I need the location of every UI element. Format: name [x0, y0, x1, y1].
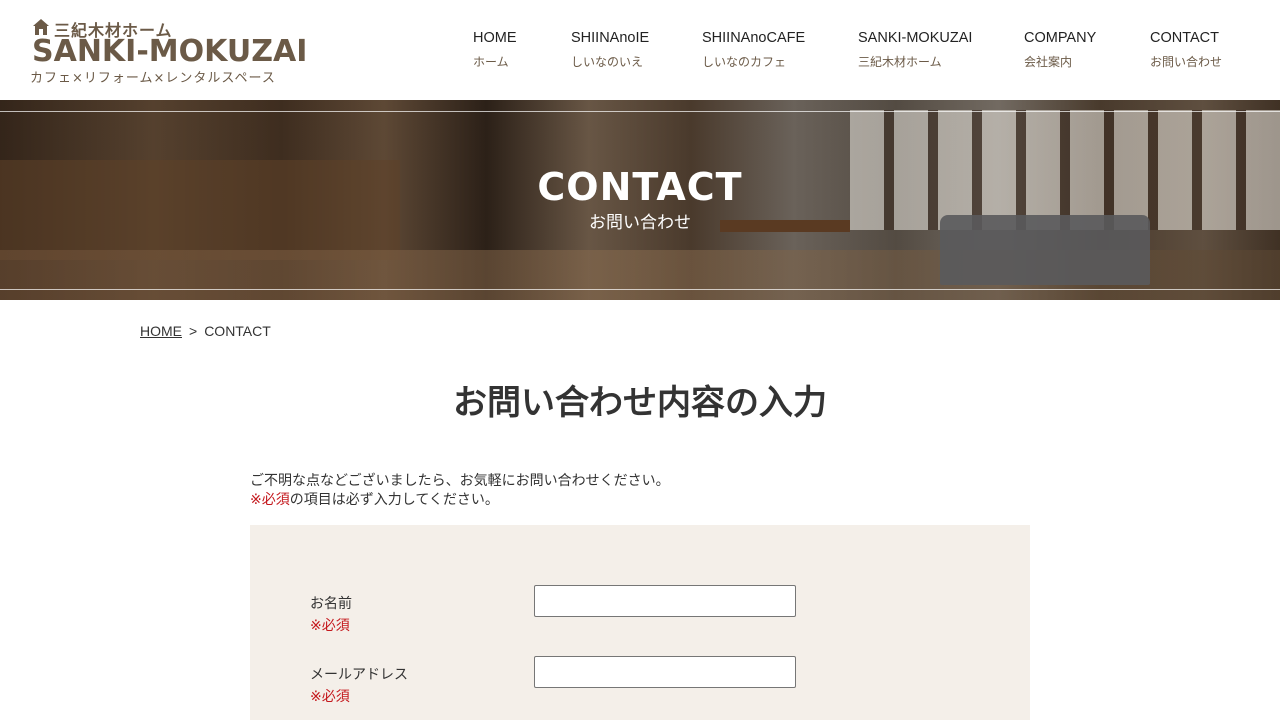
hero-subtitle: お問い合わせ: [589, 213, 691, 233]
name-required-badge: ※必須: [310, 618, 350, 634]
nav-item-label-jp: 会社案内: [1024, 55, 1073, 69]
site-header: 三紀木材ホーム SANKI-MOKUZAI カフェ×リフォーム×レンタルスペース…: [0, 0, 1280, 100]
breadcrumb-current: CONTACT: [204, 323, 271, 339]
email-required-badge: ※必須: [310, 689, 350, 705]
nav-item-label-jp: しいなのカフェ: [702, 55, 787, 69]
nav-item-shiinanocafe[interactable]: SHIINAnoCAFE しいなのカフェ: [702, 28, 805, 70]
intro-required-note: ※必須の項目は必ず入力してください。: [250, 491, 670, 510]
breadcrumb-separator: >: [189, 323, 198, 339]
nav-item-home[interactable]: HOME ホーム: [473, 28, 517, 70]
intro-required-text: の項目は必ず入力してください。: [289, 492, 499, 508]
required-mark: ※必須: [250, 492, 290, 508]
hero-banner: CONTACT お問い合わせ: [0, 100, 1280, 300]
nav-item-label-en: SHIINAnoCAFE: [702, 30, 806, 46]
nav-item-shiinanoie[interactable]: SHIINAnoIE しいなのいえ: [571, 28, 649, 70]
name-label: お名前: [310, 596, 352, 612]
hero-divider-top: [0, 111, 1280, 112]
nav-item-label-jp: 三紀木材ホーム: [858, 55, 942, 69]
nav-item-label-jp: しいなのいえ: [571, 55, 644, 69]
nav-item-label-jp: お問い合わせ: [1150, 55, 1223, 69]
breadcrumb-home-link[interactable]: HOME: [140, 323, 182, 339]
page-title: お問い合わせ内容の入力: [453, 383, 827, 423]
nav-item-sanki-mokuzai[interactable]: SANKI-MOKUZAI 三紀木材ホーム: [858, 28, 972, 70]
hero-divider-bottom: [0, 289, 1280, 290]
email-field-row: メールアドレス ※必須: [310, 656, 1010, 720]
nav-item-label-en: CONTACT: [1150, 30, 1220, 46]
name-input[interactable]: [534, 585, 796, 617]
nav-item-label-en: COMPANY: [1024, 30, 1097, 46]
nav-item-label-en: SANKI-MOKUZAI: [858, 30, 973, 46]
main-nav: HOME ホーム SHIINAnoIE しいなのいえ SHIINAnoCAFE …: [0, 28, 1280, 78]
name-field-row: お名前 ※必須: [310, 585, 1010, 654]
nav-item-company[interactable]: COMPANY 会社案内: [1024, 28, 1096, 70]
intro-text: ご不明な点などございましたら、お気軽にお問い合わせください。: [250, 473, 670, 489]
email-label: メールアドレス: [310, 667, 408, 683]
nav-item-label-jp: ホーム: [473, 55, 509, 69]
nav-item-contact[interactable]: CONTACT お問い合わせ: [1150, 28, 1222, 70]
contact-form: お名前 ※必須 メールアドレス ※必須: [250, 525, 1030, 720]
nav-item-label-en: HOME: [473, 30, 517, 46]
nav-item-label-en: SHIINAnoIE: [571, 30, 650, 46]
hero-title: CONTACT: [537, 165, 743, 209]
breadcrumb: HOME > CONTACT: [140, 323, 271, 339]
email-input[interactable]: [534, 656, 796, 688]
form-intro: ご不明な点などございましたら、お気軽にお問い合わせください。 ※必須の項目は必ず…: [250, 472, 670, 510]
